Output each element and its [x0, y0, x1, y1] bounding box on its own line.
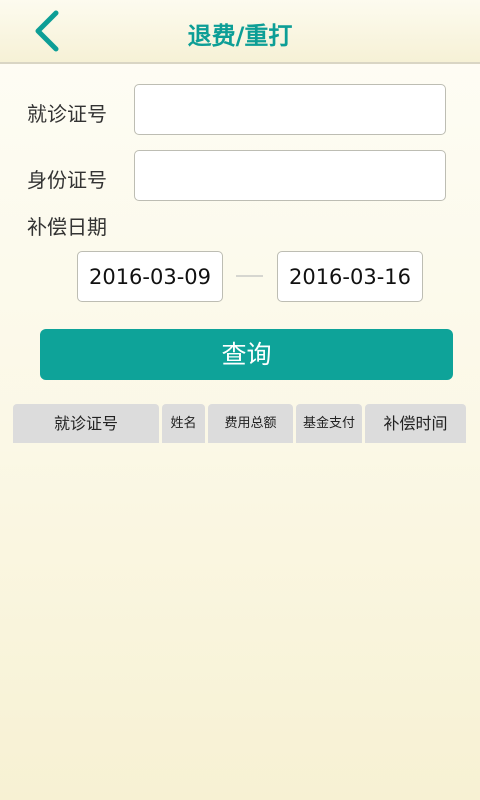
app-header: 退费/重打: [0, 0, 480, 64]
column-header-name: 姓名: [162, 404, 205, 443]
id-card-input[interactable]: [134, 150, 446, 201]
query-button[interactable]: 查询: [40, 329, 453, 380]
start-date-picker[interactable]: 2016-03-09: [77, 251, 223, 302]
visit-card-label: 就诊证号: [27, 102, 107, 126]
column-header-visit-card: 就诊证号: [13, 404, 159, 443]
column-header-fund-payment: 基金支付: [296, 404, 362, 443]
visit-card-input[interactable]: [134, 84, 446, 135]
date-label: 补偿日期: [27, 215, 107, 239]
id-card-label: 身份证号: [27, 168, 107, 192]
page-title: 退费/重打: [187, 22, 293, 50]
column-header-total-cost: 费用总额: [208, 404, 293, 443]
column-header-compensation-time: 补偿时间: [365, 404, 466, 443]
end-date-picker[interactable]: 2016-03-16: [277, 251, 423, 302]
date-range-separator: [236, 275, 263, 277]
